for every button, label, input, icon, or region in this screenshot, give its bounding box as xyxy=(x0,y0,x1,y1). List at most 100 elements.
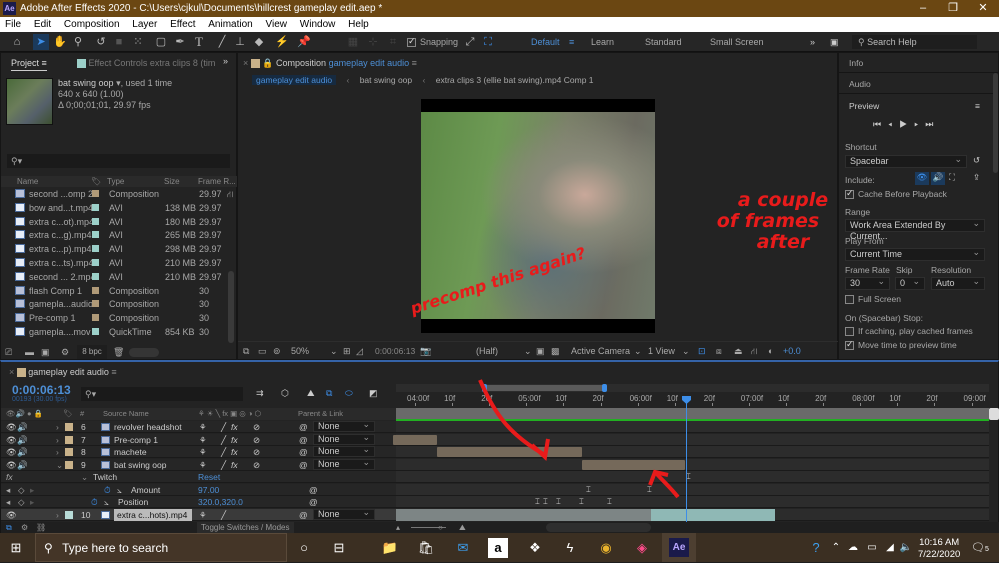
menu-file[interactable]: File xyxy=(5,19,21,30)
always-preview-icon[interactable]: ⧉ xyxy=(243,342,249,360)
resolution-dropdown[interactable]: (Half) xyxy=(476,342,498,360)
magnification-dropdown[interactable]: 50% xyxy=(291,342,309,360)
timeline-track[interactable] xyxy=(396,421,989,433)
lock-icon[interactable]: 🔒 xyxy=(262,58,273,68)
menu-animation[interactable]: Animation xyxy=(208,19,252,30)
property-value[interactable]: 97.00 xyxy=(198,484,219,496)
column-size[interactable]: Size xyxy=(164,176,180,187)
thumbnail-scroll[interactable] xyxy=(129,348,159,357)
view-axis-icon[interactable]: ⌗ xyxy=(385,34,401,50)
full-screen-option[interactable]: Full Screen xyxy=(845,294,901,305)
keyframe-marker[interactable]: ⌶ xyxy=(556,498,562,506)
panel-menu-icon[interactable]: ≡ xyxy=(975,96,980,116)
label-color-icon[interactable] xyxy=(92,314,99,322)
hand-tool-icon[interactable]: ✋ xyxy=(52,34,68,50)
taskbar-search-box[interactable]: ⚲ Type here to search xyxy=(35,533,287,562)
axis-mode-icon[interactable]: ▦ xyxy=(345,34,361,50)
snapping-checkbox[interactable] xyxy=(407,36,416,48)
layer-row[interactable]: 👁 🔊 ⌄ 9 bat swing oop ⚘ ╱ fx ⊘ @ None xyxy=(1,458,396,471)
quality-switch-icon[interactable]: ╱ xyxy=(221,446,226,458)
source-name-header[interactable]: Source Name xyxy=(103,408,149,420)
shy-switch-icon[interactable]: ⚘ xyxy=(199,459,207,471)
add-keyframe-icon[interactable]: ◇ xyxy=(18,496,25,508)
selected-layer-row[interactable]: 👁 › 10 extra c...hots).mp4 ⚘ ╱ @ None xyxy=(1,508,396,521)
amazon-icon[interactable]: a xyxy=(488,538,508,558)
chevron-right-icon[interactable]: › xyxy=(56,509,59,521)
toggle-pixel-aspect-icon[interactable]: ⊡ xyxy=(698,342,706,360)
overlays-include-icon[interactable]: ⛶ xyxy=(949,172,955,183)
clone-stamp-tool-icon[interactable]: ⊥ xyxy=(232,34,248,50)
menu-help[interactable]: Help xyxy=(348,19,369,30)
layer-name[interactable]: bat swing oop xyxy=(114,459,166,471)
move-time-checkbox[interactable] xyxy=(845,339,854,351)
chevron-right-icon[interactable]: › xyxy=(56,446,59,458)
next-keyframe-icon[interactable]: ▸ xyxy=(30,484,34,496)
timeline-track[interactable] xyxy=(396,483,989,496)
zoom-in-icon[interactable]: ⛰ xyxy=(459,522,466,533)
visibility-eye-icon[interactable]: 👁 xyxy=(6,421,17,433)
expression-pickwhip-icon[interactable]: @ xyxy=(309,496,318,508)
rotation-tool-icon[interactable]: ↺ xyxy=(93,34,109,50)
minimize-button[interactable]: – xyxy=(908,0,938,17)
pen-tool-icon[interactable]: ✒ xyxy=(172,34,188,50)
more-workspaces-icon[interactable]: » xyxy=(810,37,815,47)
timeline-search-input[interactable]: ⚲▾ xyxy=(81,387,243,401)
audio-include-icon[interactable]: 🔊 xyxy=(931,172,945,185)
if-caching-checkbox[interactable] xyxy=(845,327,854,337)
visibility-eye-icon[interactable]: 👁 xyxy=(6,459,17,471)
delete-icon[interactable]: 🗑 xyxy=(113,345,124,359)
view-layout-dropdown[interactable]: 1 View xyxy=(648,342,675,360)
tab-timeline[interactable]: × gameplay edit audio ≡ xyxy=(9,364,117,380)
menu-view[interactable]: View xyxy=(266,19,288,30)
timeline-track[interactable] xyxy=(396,471,989,483)
pan-behind-tool-icon[interactable]: ⁙ xyxy=(130,34,146,50)
export-icon[interactable]: ⇪ xyxy=(973,172,980,183)
time-navigator-range[interactable] xyxy=(484,385,604,391)
cortana-icon[interactable]: ○ xyxy=(294,538,314,558)
current-time-display[interactable]: 0:00:06:13 xyxy=(12,383,71,397)
in-out-icon[interactable]: ⛓ xyxy=(36,522,46,533)
keyframe-marker[interactable]: ⌶ xyxy=(543,498,549,506)
navigator-end-handle[interactable] xyxy=(602,384,607,392)
audio-speaker-icon[interactable]: 🔊 xyxy=(17,421,28,433)
layer-row[interactable]: 👁 🔊 › 8 machete ⚘ ╱ fx ⊘ @ None xyxy=(1,445,396,458)
first-frame-icon[interactable]: ⏮ xyxy=(873,119,888,129)
quality-switch-icon[interactable]: ╱ xyxy=(221,459,226,471)
column-type[interactable]: Type xyxy=(107,176,124,187)
audio-speaker-icon[interactable]: 🔊 xyxy=(17,446,28,458)
camera-view-dropdown[interactable]: Active Camera xyxy=(571,342,630,360)
effect-name[interactable]: Twitch xyxy=(93,471,117,483)
fx-switch-icon[interactable]: fx xyxy=(231,421,238,433)
help-icon[interactable]: ? xyxy=(806,538,826,558)
graph-icon[interactable]: ⦣ xyxy=(104,496,109,508)
audio-speaker-icon[interactable]: 🔊 xyxy=(17,434,28,446)
quality-switch-icon[interactable]: ╱ xyxy=(221,421,226,433)
current-time-indicator[interactable] xyxy=(686,396,687,535)
effect-reset-link[interactable]: Reset xyxy=(198,471,220,483)
project-search-input[interactable]: ⚲▾ xyxy=(7,154,230,168)
sync-settings-icon[interactable]: ▣ xyxy=(830,37,839,48)
mask-visibility-icon[interactable]: ◿ xyxy=(356,342,363,360)
label-color-icon[interactable] xyxy=(92,231,99,239)
home-icon[interactable]: ⌂ xyxy=(9,34,25,50)
snapshot-icon[interactable]: 📷 xyxy=(420,342,431,360)
eraser-tool-icon[interactable]: ◆ xyxy=(251,34,267,50)
snapping-toggle[interactable]: Snapping xyxy=(407,36,458,48)
chevron-down-icon[interactable]: ⌄ xyxy=(682,342,690,360)
exposure-reset-icon[interactable]: ◐ xyxy=(768,342,773,360)
label-color-icon[interactable] xyxy=(92,203,99,211)
full-screen-checkbox[interactable] xyxy=(845,295,854,305)
breadcrumb-item[interactable]: bat swing oop xyxy=(360,75,412,85)
info-panel-header[interactable]: Info xyxy=(839,53,999,73)
notifications-icon[interactable]: 🗨5 xyxy=(970,538,990,558)
creative-cloud-icon[interactable]: ◈ xyxy=(632,538,652,558)
project-item[interactable]: extra c...g).mp4 AVI 265 MB 29.97 xyxy=(1,228,226,242)
onedrive-icon[interactable]: ☁ xyxy=(843,538,863,558)
menu-composition[interactable]: Composition xyxy=(64,19,120,30)
parent-dropdown[interactable]: None xyxy=(313,458,375,470)
flowchart-icon[interactable]: ⛙ xyxy=(227,189,235,201)
last-frame-icon[interactable]: ⏭ xyxy=(925,119,940,129)
range-dropdown[interactable]: Work Area Extended By Current... xyxy=(845,218,985,241)
audio-panel-header[interactable]: Audio xyxy=(839,74,999,94)
video-include-icon[interactable]: 👁 xyxy=(915,172,929,185)
